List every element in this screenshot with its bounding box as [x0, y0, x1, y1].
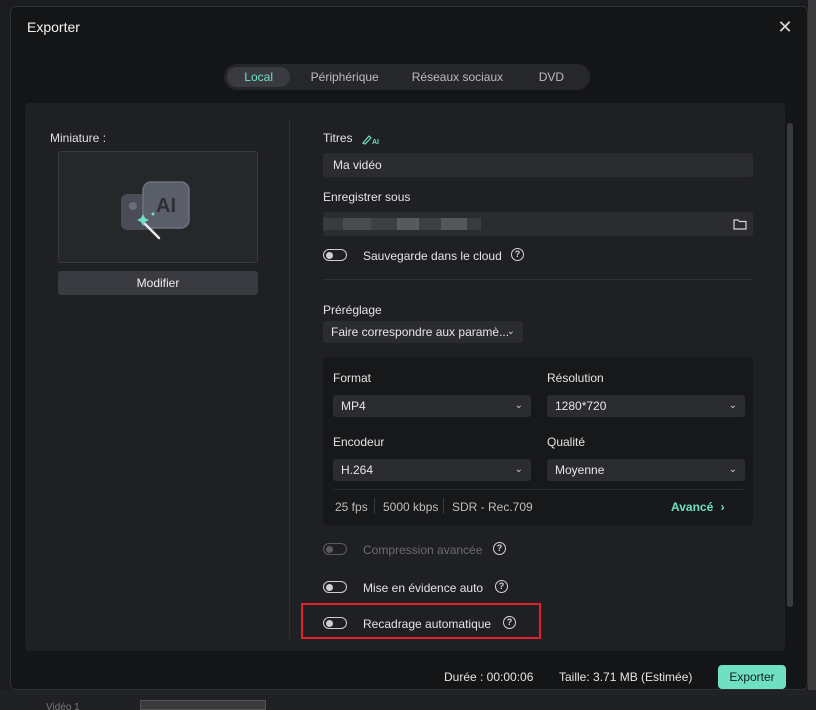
background-timeline — [0, 690, 816, 710]
svg-text:AI: AI — [372, 139, 379, 145]
ai-pen-icon[interactable]: AI — [361, 133, 380, 145]
card-divider — [333, 489, 745, 490]
preset-label: Préréglage — [323, 303, 382, 317]
close-icon[interactable]: ✕ — [775, 17, 795, 37]
help-icon[interactable]: ? — [493, 542, 506, 555]
section-divider — [323, 279, 753, 280]
dialog-title: Exporter — [27, 19, 80, 35]
quality-label: Qualité — [547, 435, 586, 449]
bitrate-value: 5000 kbps — [383, 500, 439, 514]
format-value: MP4 — [341, 399, 366, 413]
estimated-size-text: Taille: 3.71 MB (Estimée) — [559, 670, 693, 684]
tab-local[interactable]: Local — [227, 67, 291, 87]
blurred-path-segment — [441, 218, 467, 230]
auto-highlight-toggle[interactable] — [323, 581, 347, 593]
blurred-path-segment — [397, 218, 419, 230]
modify-thumbnail-button[interactable]: Modifier — [58, 271, 258, 295]
export-dialog: Exporter ✕ Local Périphérique Réseaux so… — [10, 6, 808, 690]
ai-image-icon: AI — [121, 181, 190, 240]
export-button[interactable]: Exporter — [718, 665, 786, 689]
background-timeline-clip — [140, 700, 266, 710]
cloud-backup-toggle[interactable] — [323, 249, 347, 261]
advanced-compression-toggle — [323, 543, 347, 555]
save-path-input[interactable] — [323, 212, 753, 236]
resolution-dropdown[interactable]: 1280*720 ⌄ — [547, 395, 745, 417]
blurred-path-segment — [323, 218, 343, 230]
title-label: Titres — [323, 131, 353, 145]
spec-separator — [443, 498, 444, 514]
fps-value: 25 fps — [335, 500, 368, 514]
encoder-value: H.264 — [341, 463, 374, 477]
chevron-down-icon: ⌄ — [514, 400, 523, 411]
title-field-group: Titres AI — [323, 131, 380, 145]
chevron-down-icon: ⌄ — [728, 400, 737, 411]
format-dropdown[interactable]: MP4 ⌄ — [333, 395, 531, 417]
encoder-label: Encodeur — [333, 435, 385, 449]
advanced-compression-label: Compression avancée — [363, 543, 483, 557]
blurred-path-segment — [467, 218, 481, 230]
title-input[interactable]: Ma vidéo — [323, 153, 753, 177]
advanced-settings-link[interactable]: Avancé › — [671, 500, 725, 514]
advanced-label: Avancé — [671, 500, 714, 514]
panel-scrollbar[interactable] — [787, 123, 793, 607]
background-timeline-label: Vidéo 1 — [46, 702, 80, 710]
thumbnail-preview[interactable]: AI — [58, 151, 258, 263]
tab-dvd[interactable]: DVD — [516, 67, 587, 87]
thumbnail-label: Miniature : — [50, 131, 107, 145]
preset-value: Faire correspondre aux paramè... — [331, 325, 510, 339]
blurred-path-segment — [343, 218, 371, 230]
help-icon[interactable]: ? — [511, 248, 524, 261]
cloud-backup-label: Sauvegarde dans le cloud — [363, 249, 502, 263]
export-settings-panel: Miniature : AI Modifier Titres AI Ma vid… — [25, 103, 793, 651]
help-icon[interactable]: ? — [495, 580, 508, 593]
spec-separator — [374, 498, 375, 514]
background-window-edge — [808, 0, 816, 690]
duration-text: Durée : 00:00:06 — [444, 670, 534, 684]
chevron-down-icon: ⌄ — [728, 464, 737, 475]
folder-icon[interactable] — [733, 217, 747, 231]
blurred-path-segment — [419, 218, 441, 230]
resolution-value: 1280*720 — [555, 399, 607, 413]
quality-dropdown[interactable]: Moyenne ⌄ — [547, 459, 745, 481]
toggle-knob — [326, 583, 333, 591]
chevron-down-icon: ⌄ — [514, 464, 523, 475]
resolution-label: Résolution — [547, 371, 604, 385]
color-space-value: SDR - Rec.709 — [452, 500, 533, 514]
svg-text:AI: AI — [156, 195, 176, 217]
blurred-path-segment — [371, 218, 397, 230]
tab-device[interactable]: Périphérique — [290, 67, 399, 87]
panel-divider — [289, 119, 290, 639]
export-tabs: Local Périphérique Réseaux sociaux DVD — [224, 64, 590, 90]
highlight-annotation-box — [301, 603, 541, 639]
quality-value: Moyenne — [555, 463, 605, 477]
format-label: Format — [333, 371, 372, 385]
encoder-dropdown[interactable]: H.264 ⌄ — [333, 459, 531, 481]
chevron-down-icon: ⌄ — [506, 326, 515, 337]
auto-highlight-label: Mise en évidence auto — [363, 581, 484, 595]
preset-dropdown[interactable]: Faire correspondre aux paramè... ⌄ — [323, 321, 523, 343]
export-options: Titres AI Ma vidéo Enregistrer sous Sauv… — [323, 103, 763, 651]
save-as-label: Enregistrer sous — [323, 190, 411, 204]
tab-social-networks[interactable]: Réseaux sociaux — [399, 67, 516, 87]
encoding-settings-card: Format MP4 ⌄ Résolution 1280*720 ⌄ Encod… — [323, 357, 753, 525]
chevron-right-icon: › — [720, 500, 725, 514]
toggle-knob — [326, 251, 333, 259]
toggle-knob — [326, 545, 333, 553]
